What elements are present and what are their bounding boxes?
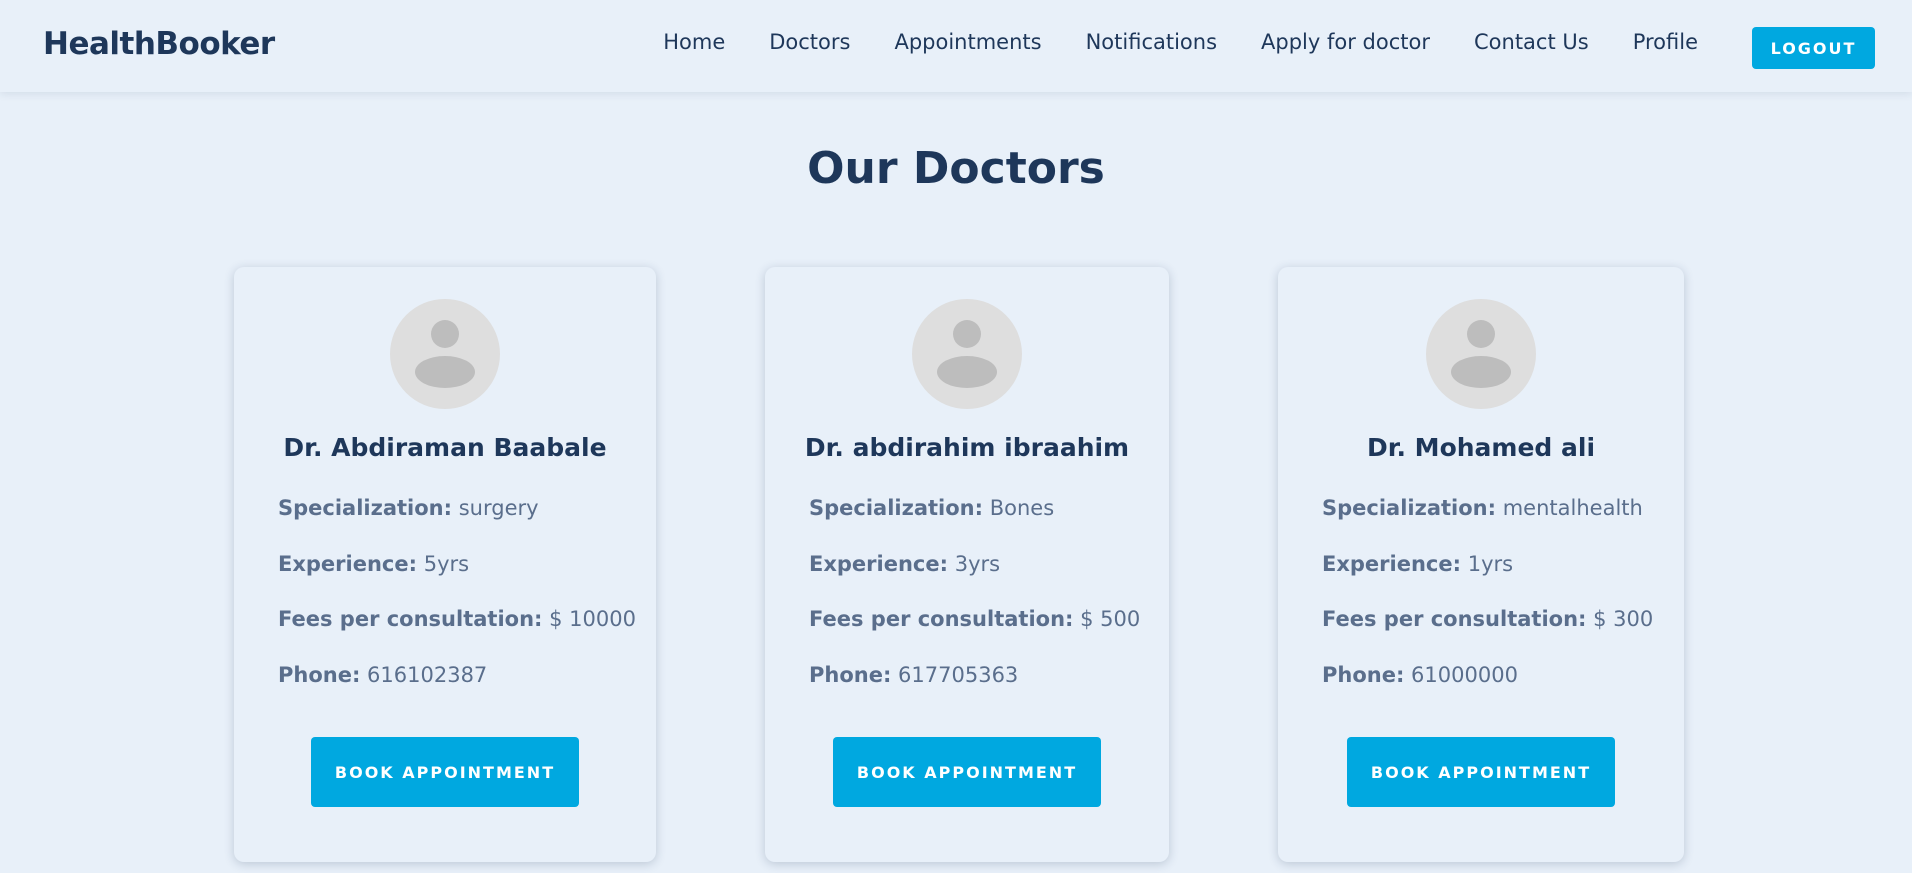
fees-row: Fees per consultation: $ 10000	[278, 607, 636, 631]
avatar-body	[937, 356, 997, 388]
specialization-row: Specialization: surgery	[278, 496, 539, 520]
nav-contact-us-link[interactable]: Contact Us	[1474, 30, 1589, 54]
page-title: Our Doctors	[807, 143, 1105, 194]
nav-notifications-link[interactable]: Notifications	[1086, 30, 1217, 54]
fees-row: Fees per consultation: $ 500	[809, 607, 1140, 631]
specialization-label: Specialization:	[278, 496, 453, 520]
doctor-card: Dr. Mohamed ali Specialization: mentalhe…	[1278, 267, 1684, 862]
phone-label: Phone:	[809, 663, 892, 687]
specialization-value: surgery	[458, 496, 539, 520]
fees-label: Fees per consultation:	[1322, 607, 1587, 631]
doctor-name: Dr. abdirahim ibraahim	[804, 433, 1130, 462]
book-appointment-button[interactable]: BOOK APPOINTMENT	[311, 737, 579, 807]
experience-label: Experience:	[809, 552, 949, 576]
phone-value: 617705363	[898, 663, 1019, 687]
doctor-name: Dr. Abdiraman Baabale	[283, 433, 607, 462]
book-appointment-button[interactable]: BOOK APPOINTMENT	[1347, 737, 1615, 807]
specialization-label: Specialization:	[809, 496, 984, 520]
book-appointment-button[interactable]: BOOK APPOINTMENT	[833, 737, 1101, 807]
specialization-value: Bones	[989, 496, 1055, 520]
experience-value: 5yrs	[423, 552, 470, 576]
experience-row: Experience: 5yrs	[278, 552, 469, 576]
phone-row: Phone: 616102387	[278, 663, 487, 687]
experience-row: Experience: 3yrs	[809, 552, 1000, 576]
phone-value: 61000000	[1411, 663, 1518, 687]
phone-value: 616102387	[367, 663, 488, 687]
experience-value: 3yrs	[954, 552, 1001, 576]
phone-row: Phone: 617705363	[809, 663, 1018, 687]
fees-value: $ 10000	[549, 607, 636, 631]
specialization-row: Specialization: mentalhealth	[1322, 496, 1643, 520]
fees-value: $ 500	[1080, 607, 1141, 631]
experience-value: 1yrs	[1467, 552, 1514, 576]
phone-label: Phone:	[1322, 663, 1405, 687]
experience-label: Experience:	[278, 552, 418, 576]
nav-apply-for-doctor-link[interactable]: Apply for doctor	[1261, 30, 1430, 54]
avatar-head	[431, 320, 459, 348]
avatar-head	[1467, 320, 1495, 348]
nav-doctors-link[interactable]: Doctors	[769, 30, 850, 54]
brand-logo[interactable]: HealthBooker	[43, 26, 275, 62]
specialization-label: Specialization:	[1322, 496, 1497, 520]
fees-label: Fees per consultation:	[278, 607, 543, 631]
fees-value: $ 300	[1593, 607, 1654, 631]
doctor-card: Dr. abdirahim ibraahim Specialization: B…	[765, 267, 1169, 862]
nav-home-link[interactable]: Home	[663, 30, 725, 54]
logout-button[interactable]: LOGOUT	[1752, 27, 1875, 69]
nav-appointments-link[interactable]: Appointments	[894, 30, 1041, 54]
navbar: HealthBooker Home Doctors Appointments N…	[0, 0, 1912, 92]
user-avatar-icon	[1426, 299, 1536, 409]
phone-row: Phone: 61000000	[1322, 663, 1518, 687]
phone-label: Phone:	[278, 663, 361, 687]
nav-links: Home Doctors Appointments Notifications …	[619, 30, 1698, 54]
user-avatar-icon	[390, 299, 500, 409]
doctor-card: Dr. Abdiraman Baabale Specialization: su…	[234, 267, 656, 862]
fees-row: Fees per consultation: $ 300	[1322, 607, 1653, 631]
avatar-head	[953, 320, 981, 348]
user-avatar-icon	[912, 299, 1022, 409]
avatar-body	[415, 356, 475, 388]
specialization-value: mentalhealth	[1502, 496, 1643, 520]
doctor-name: Dr. Mohamed ali	[1366, 433, 1596, 462]
experience-row: Experience: 1yrs	[1322, 552, 1513, 576]
experience-label: Experience:	[1322, 552, 1462, 576]
fees-label: Fees per consultation:	[809, 607, 1074, 631]
nav-profile-link[interactable]: Profile	[1633, 30, 1698, 54]
specialization-row: Specialization: Bones	[809, 496, 1054, 520]
avatar-body	[1451, 356, 1511, 388]
